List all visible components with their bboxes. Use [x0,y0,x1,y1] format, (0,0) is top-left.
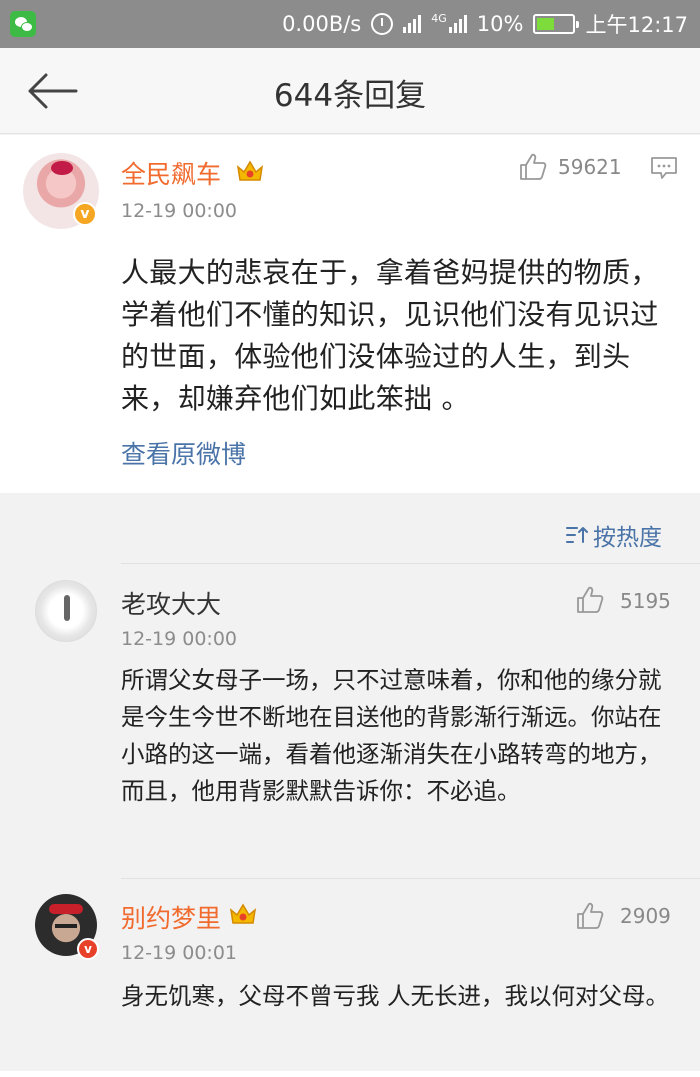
crown-icon [229,903,257,924]
battery-percent: 10% [476,12,524,36]
battery-fill [537,18,555,30]
comment-icon[interactable] [650,155,678,181]
nav-bar: 644条回复 [0,48,700,134]
comment-time: 12-19 00:01 [121,942,238,964]
status-bar: 0.00B/s 4G 10% 上午12:17 [0,0,700,48]
sort-label: 按热度 [593,525,662,551]
verified-icon: v [77,938,99,960]
comment-username[interactable]: 老攻大大 [121,585,221,621]
wechat-icon [10,11,36,37]
crown-icon [236,160,264,181]
thumbs-up-icon[interactable] [518,152,548,182]
clock: 上午12:17 [585,13,688,37]
network-speed: 0.00B/s [282,12,362,36]
comment-text: 所谓父女母子一场，只不过意味着，你和他的缘分就是今生今世不断地在目送他的背影渐行… [121,666,662,805]
thumbs-up-icon[interactable] [575,901,605,931]
divider [121,563,700,564]
bottom-strip [0,1071,700,1077]
post-text: 人最大的悲哀在于，拿着爸妈提供的物质，学着他们不懂的知识，见识他们没有见识过的世… [121,256,659,415]
main-post: v 全民飙车 12-19 00:00 59621 人最大的悲哀在于，拿着爸妈提供… [0,135,700,493]
signal-4g-icon [448,15,467,33]
avatar[interactable] [35,580,97,642]
alarm-icon [371,13,394,35]
thumbs-up-icon[interactable] [575,585,605,615]
sort-icon [566,527,588,543]
comment-text: 身无饥寒，父母不曾亏我 人无长进，我以何对父母。 [121,982,669,1010]
comment-like-count[interactable]: 5195 [620,589,671,613]
sort-toggle[interactable]: 按热度 [565,518,662,552]
post-username[interactable]: 全民飙车 [121,155,221,191]
post-time: 12-19 00:00 [121,200,238,222]
status-bar-right: 0.00B/s 4G 10% 上午12:17 [282,0,688,48]
comment-username[interactable]: 别约梦里 [121,899,221,935]
signal-icon [403,15,422,33]
comment-time: 12-19 00:00 [121,628,238,650]
verified-icon: v [73,202,97,226]
network-type: 4G [431,11,447,25]
battery-icon [533,14,580,34]
post-like-count[interactable]: 59621 [558,155,622,179]
comment-like-count[interactable]: 2909 [620,904,671,928]
divider [121,878,700,879]
view-original-link[interactable]: 查看原微博 [121,435,246,471]
page-title: 644条回复 [273,78,427,114]
